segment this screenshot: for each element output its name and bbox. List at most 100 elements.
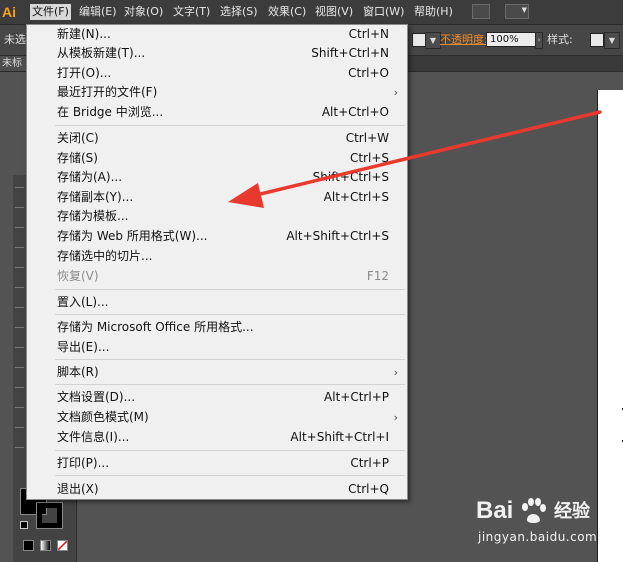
chevron-down-icon[interactable]: ▼: [604, 32, 620, 49]
tool-separator: [15, 267, 24, 268]
watermark-url: jingyan.baidu.com: [478, 530, 598, 544]
menu-separator: [55, 359, 405, 360]
menu-item-save-a-copy[interactable]: 存储副本(Y)... Alt+Ctrl+S: [27, 188, 407, 207]
menu-help[interactable]: 帮助(H): [412, 4, 455, 20]
menu-item-label: 从模板新建(T)...: [57, 46, 146, 60]
menu-item-document-setup[interactable]: 文档设置(D)... Alt+Ctrl+P: [27, 388, 407, 407]
menu-item-label: 置入(L)...: [57, 295, 109, 309]
menu-item-new[interactable]: 新建(N)... Ctrl+N: [27, 25, 407, 44]
tool-separator: [15, 327, 24, 328]
menu-item-shortcut: Ctrl+Q: [348, 482, 389, 496]
menu-separator: [55, 314, 405, 315]
artboard: [597, 90, 623, 562]
menu-bar: Ai 文件(F) 编辑(E) 对象(O) 文字(T) 选择(S) 效果(C) 视…: [0, 0, 623, 25]
menu-item-label: 脚本(R): [57, 365, 99, 379]
menu-item-shortcut: Ctrl+N: [348, 27, 389, 41]
menu-item-shortcut: Shift+Ctrl+N: [311, 46, 389, 60]
stroke-color-swatch[interactable]: [412, 33, 426, 47]
menu-file[interactable]: 文件(F): [30, 4, 71, 20]
tool-separator: [15, 307, 24, 308]
tool-separator: [15, 407, 24, 408]
watermark-brand-suffix: 经验: [554, 501, 590, 522]
menu-item-label: 存储副本(Y)...: [57, 190, 134, 204]
menu-item-close[interactable]: 关闭(C) Ctrl+W: [27, 129, 407, 148]
chevron-down-icon[interactable]: ▼: [425, 32, 441, 49]
tool-separator: [15, 227, 24, 228]
menu-item-label: 文档设置(D)...: [57, 390, 136, 404]
tool-separator: [15, 187, 24, 188]
menu-item-scripts[interactable]: 脚本(R) ›: [27, 363, 407, 382]
menu-item-shortcut: Ctrl+W: [345, 131, 389, 145]
stroke-swatch[interactable]: [36, 502, 63, 529]
menu-item-label: 存储选中的切片...: [57, 249, 153, 263]
arrange-documents-button[interactable]: ▼: [505, 4, 529, 19]
menu-edit[interactable]: 编辑(E): [77, 4, 119, 20]
file-menu-dropdown: 新建(N)... Ctrl+N 从模板新建(T)... Shift+Ctrl+N…: [26, 24, 408, 500]
menu-item-browse-in-bridge[interactable]: 在 Bridge 中浏览... Alt+Ctrl+O: [27, 103, 407, 122]
menu-item-open[interactable]: 打开(O)... Ctrl+O: [27, 64, 407, 83]
menu-window[interactable]: 窗口(W): [361, 4, 406, 20]
menu-item-label: 新建(N)...: [57, 27, 111, 41]
tool-separator: [15, 287, 24, 288]
menu-separator: [55, 384, 405, 385]
menu-item-shortcut: Alt+Ctrl+S: [323, 190, 389, 204]
menu-item-shortcut: Alt+Ctrl+P: [324, 390, 389, 404]
menu-separator: [55, 289, 405, 290]
chevron-right-icon[interactable]: ›: [535, 32, 543, 49]
menu-item-label: 退出(X): [57, 482, 99, 496]
chevron-right-icon: ›: [393, 411, 398, 424]
menu-item-file-info[interactable]: 文件信息(I)... Alt+Shift+Ctrl+I: [27, 428, 407, 447]
menu-item-save-for-office[interactable]: 存储为 Microsoft Office 所用格式...: [27, 318, 407, 337]
menu-item-document-color-mode[interactable]: 文档颜色模式(M) ›: [27, 408, 407, 427]
menu-item-print[interactable]: 打印(P)... Ctrl+P: [27, 454, 407, 473]
chevron-down-icon: ▼: [521, 6, 527, 14]
gradient-mode-button[interactable]: [40, 540, 51, 551]
menu-item-revert: 恢复(V) F12: [27, 267, 407, 286]
menu-item-export[interactable]: 导出(E)...: [27, 338, 407, 357]
bridge-button[interactable]: [472, 4, 490, 19]
menu-separator: [55, 450, 405, 451]
menu-item-save-selected-slices[interactable]: 存储选中的切片...: [27, 247, 407, 266]
app-logo: Ai: [2, 4, 16, 20]
menu-item-label: 最近打开的文件(F): [57, 85, 158, 99]
graphic-style-swatch[interactable]: [590, 33, 604, 47]
menu-item-label: 导出(E)...: [57, 340, 110, 354]
menu-item-label: 打开(O)...: [57, 66, 112, 80]
menu-item-save-as[interactable]: 存储为(A)... Shift+Ctrl+S: [27, 168, 407, 187]
baidu-jingyan-watermark: Bai 经验 jingyan.baidu.com: [476, 497, 616, 552]
menu-view[interactable]: 视图(V): [313, 4, 355, 20]
tool-separator: [15, 347, 24, 348]
default-colors-icon[interactable]: [20, 521, 28, 529]
menu-select[interactable]: 选择(S): [218, 4, 260, 20]
tool-separator: [15, 367, 24, 368]
menu-item-open-recent[interactable]: 最近打开的文件(F) ›: [27, 83, 407, 102]
menu-item-label: 存储为 Microsoft Office 所用格式...: [57, 320, 254, 334]
menu-item-label: 存储为(A)...: [57, 170, 123, 184]
menu-object[interactable]: 对象(O): [122, 4, 165, 20]
menu-item-exit[interactable]: 退出(X) Ctrl+Q: [27, 480, 407, 499]
menu-effect[interactable]: 效果(C): [266, 4, 308, 20]
menu-item-save-for-web[interactable]: 存储为 Web 所用格式(W)... Alt+Shift+Ctrl+S: [27, 227, 407, 246]
menu-item-shortcut: F12: [366, 269, 389, 283]
color-mode-button[interactable]: [23, 540, 34, 551]
menu-separator: [55, 475, 405, 476]
chevron-right-icon: ›: [393, 366, 398, 379]
menu-item-label: 恢复(V): [57, 269, 99, 283]
menu-type[interactable]: 文字(T): [171, 4, 212, 20]
selection-status: 未选: [4, 33, 26, 46]
style-label: 样式:: [547, 33, 573, 46]
opacity-input[interactable]: 100%: [486, 32, 536, 47]
menu-item-label: 打印(P)...: [57, 456, 110, 470]
menu-item-shortcut: Ctrl+P: [350, 456, 389, 470]
menu-item-new-from-template[interactable]: 从模板新建(T)... Shift+Ctrl+N: [27, 44, 407, 63]
menu-item-label: 在 Bridge 中浏览...: [57, 105, 164, 119]
opacity-label[interactable]: 不透明度:: [440, 33, 488, 47]
none-mode-button[interactable]: [57, 540, 68, 551]
menu-item-place[interactable]: 置入(L)...: [27, 293, 407, 312]
none-icon: [58, 541, 67, 550]
menu-item-save[interactable]: 存储(S) Ctrl+S: [27, 149, 407, 168]
menu-item-shortcut: Ctrl+S: [349, 151, 389, 165]
menu-item-save-as-template[interactable]: 存储为模板...: [27, 207, 407, 226]
menu-item-label: 存储为模板...: [57, 209, 129, 223]
menu-item-label: 存储为 Web 所用格式(W)...: [57, 229, 208, 243]
